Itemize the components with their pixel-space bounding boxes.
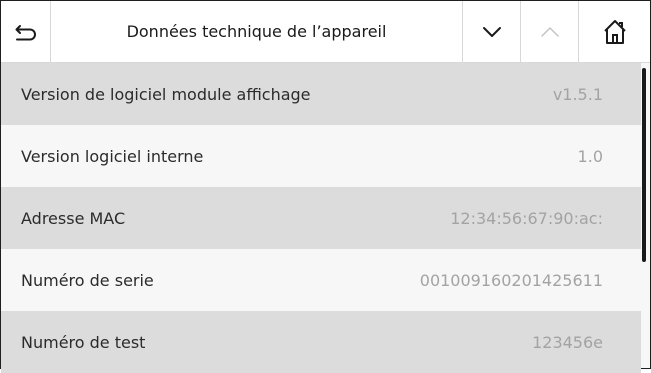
chevron-up-icon bbox=[540, 26, 559, 37]
row-label: Version logiciel interne bbox=[21, 146, 204, 166]
row-value: 12:34:56:67:90:ac: bbox=[450, 208, 603, 228]
row-label: Version de logiciel module affichage bbox=[21, 84, 311, 104]
tech-data-list: Version de logiciel module affichage v1.… bbox=[1, 63, 641, 373]
row-label: Numéro de serie bbox=[21, 270, 154, 290]
device-screen: Données technique de l’appareil Version … bbox=[0, 0, 651, 373]
list-item-internal-software-version[interactable]: Version logiciel interne 1.0 bbox=[1, 125, 641, 187]
home-button[interactable] bbox=[579, 1, 650, 62]
row-value: 001009160201425611 bbox=[419, 270, 603, 290]
row-value: 123456e bbox=[532, 332, 603, 352]
row-value: 1.0 bbox=[577, 146, 603, 166]
header-bar: Données technique de l’appareil bbox=[1, 1, 650, 63]
scroll-down-button[interactable] bbox=[463, 1, 521, 62]
row-label: Adresse MAC bbox=[21, 208, 126, 228]
list-item-test-number[interactable]: Numéro de test 123456e bbox=[1, 311, 641, 373]
list-item-serial-number[interactable]: Numéro de serie 001009160201425611 bbox=[1, 249, 641, 311]
back-arrow-icon bbox=[15, 24, 36, 40]
chevron-down-icon bbox=[482, 26, 501, 37]
row-value: v1.5.1 bbox=[552, 84, 603, 104]
list-item-display-module-version[interactable]: Version de logiciel module affichage v1.… bbox=[1, 63, 641, 125]
page-title: Données technique de l’appareil bbox=[51, 1, 463, 62]
row-label: Numéro de test bbox=[21, 332, 146, 352]
back-button[interactable] bbox=[1, 1, 51, 62]
list-item-mac-address[interactable]: Adresse MAC 12:34:56:67:90:ac: bbox=[1, 187, 641, 249]
scrollbar[interactable] bbox=[642, 68, 646, 262]
home-icon bbox=[603, 19, 626, 44]
scroll-up-button[interactable] bbox=[521, 1, 579, 62]
